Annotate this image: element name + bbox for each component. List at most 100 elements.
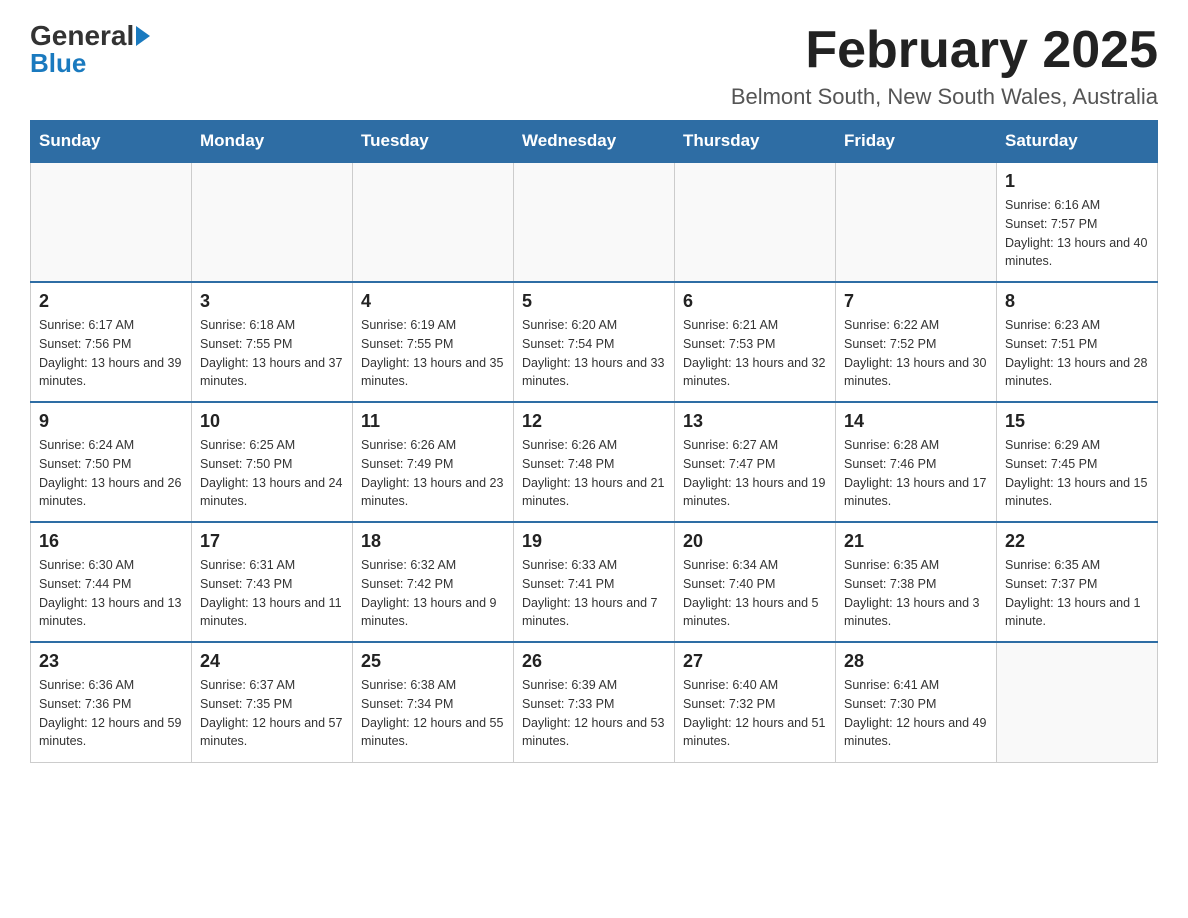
week-row-2: 2 Sunrise: 6:17 AMSunset: 7:56 PMDaylight…: [31, 282, 1158, 402]
calendar-cell: 8 Sunrise: 6:23 AMSunset: 7:51 PMDaylight…: [997, 282, 1158, 402]
day-number: 21: [844, 531, 988, 552]
calendar-subtitle: Belmont South, New South Wales, Australi…: [731, 84, 1158, 110]
day-number: 22: [1005, 531, 1149, 552]
calendar-cell: 11 Sunrise: 6:26 AMSunset: 7:49 PMDayligh…: [353, 402, 514, 522]
day-info: Sunrise: 6:37 AMSunset: 7:35 PMDaylight:…: [200, 676, 344, 751]
weekday-header-row: Sunday Monday Tuesday Wednesday Thursday…: [31, 121, 1158, 163]
week-row-1: 1 Sunrise: 6:16 AMSunset: 7:57 PMDaylight…: [31, 162, 1158, 282]
day-info: Sunrise: 6:31 AMSunset: 7:43 PMDaylight:…: [200, 556, 344, 631]
day-info: Sunrise: 6:41 AMSunset: 7:30 PMDaylight:…: [844, 676, 988, 751]
header-monday: Monday: [192, 121, 353, 163]
day-info: Sunrise: 6:24 AMSunset: 7:50 PMDaylight:…: [39, 436, 183, 511]
day-number: 5: [522, 291, 666, 312]
day-info: Sunrise: 6:39 AMSunset: 7:33 PMDaylight:…: [522, 676, 666, 751]
day-number: 12: [522, 411, 666, 432]
header-wednesday: Wednesday: [514, 121, 675, 163]
day-info: Sunrise: 6:26 AMSunset: 7:49 PMDaylight:…: [361, 436, 505, 511]
day-number: 10: [200, 411, 344, 432]
day-info: Sunrise: 6:29 AMSunset: 7:45 PMDaylight:…: [1005, 436, 1149, 511]
day-info: Sunrise: 6:26 AMSunset: 7:48 PMDaylight:…: [522, 436, 666, 511]
calendar-cell: 19Sunrise: 6:33 AMSunset: 7:41 PMDayligh…: [514, 522, 675, 642]
day-info: Sunrise: 6:35 AMSunset: 7:38 PMDaylight:…: [844, 556, 988, 631]
calendar-cell: 15 Sunrise: 6:29 AMSunset: 7:45 PMDayligh…: [997, 402, 1158, 522]
day-number: 23: [39, 651, 183, 672]
calendar-cell: 18 Sunrise: 6:32 AMSunset: 7:42 PMDayligh…: [353, 522, 514, 642]
day-number: 2: [39, 291, 183, 312]
day-number: 4: [361, 291, 505, 312]
day-number: 17: [200, 531, 344, 552]
calendar-cell: 13 Sunrise: 6:27 AMSunset: 7:47 PMDayligh…: [675, 402, 836, 522]
calendar-cell: 21 Sunrise: 6:35 AMSunset: 7:38 PMDayligh…: [836, 522, 997, 642]
calendar-cell: 17 Sunrise: 6:31 AMSunset: 7:43 PMDayligh…: [192, 522, 353, 642]
day-number: 11: [361, 411, 505, 432]
day-info: Sunrise: 6:30 AMSunset: 7:44 PMDaylight:…: [39, 556, 183, 631]
day-info: Sunrise: 6:18 AMSunset: 7:55 PMDaylight:…: [200, 316, 344, 391]
calendar-cell: [997, 642, 1158, 762]
day-number: 3: [200, 291, 344, 312]
day-info: Sunrise: 6:23 AMSunset: 7:51 PMDaylight:…: [1005, 316, 1149, 391]
day-number: 15: [1005, 411, 1149, 432]
day-info: Sunrise: 6:16 AMSunset: 7:57 PMDaylight:…: [1005, 196, 1149, 271]
calendar-cell: 10 Sunrise: 6:25 AMSunset: 7:50 PMDayligh…: [192, 402, 353, 522]
logo-blue: Blue: [30, 48, 86, 79]
calendar-cell: 16Sunrise: 6:30 AMSunset: 7:44 PMDayligh…: [31, 522, 192, 642]
calendar-cell: 25 Sunrise: 6:38 AMSunset: 7:34 PMDayligh…: [353, 642, 514, 762]
calendar-cell: 12 Sunrise: 6:26 AMSunset: 7:48 PMDayligh…: [514, 402, 675, 522]
day-info: Sunrise: 6:17 AMSunset: 7:56 PMDaylight:…: [39, 316, 183, 391]
header-tuesday: Tuesday: [353, 121, 514, 163]
day-info: Sunrise: 6:36 AMSunset: 7:36 PMDaylight:…: [39, 676, 183, 751]
day-number: 9: [39, 411, 183, 432]
day-number: 20: [683, 531, 827, 552]
calendar-cell: 27 Sunrise: 6:40 AMSunset: 7:32 PMDayligh…: [675, 642, 836, 762]
day-info: Sunrise: 6:34 AMSunset: 7:40 PMDaylight:…: [683, 556, 827, 631]
day-info: Sunrise: 6:28 AMSunset: 7:46 PMDaylight:…: [844, 436, 988, 511]
calendar-cell: [192, 162, 353, 282]
calendar-cell: 20 Sunrise: 6:34 AMSunset: 7:40 PMDayligh…: [675, 522, 836, 642]
day-number: 28: [844, 651, 988, 672]
calendar-cell: 1 Sunrise: 6:16 AMSunset: 7:57 PMDaylight…: [997, 162, 1158, 282]
day-info: Sunrise: 6:33 AMSunset: 7:41 PMDaylight:…: [522, 556, 666, 631]
logo-arrow-icon: [136, 26, 150, 46]
week-row-4: 16Sunrise: 6:30 AMSunset: 7:44 PMDayligh…: [31, 522, 1158, 642]
day-number: 7: [844, 291, 988, 312]
day-number: 8: [1005, 291, 1149, 312]
day-info: Sunrise: 6:32 AMSunset: 7:42 PMDaylight:…: [361, 556, 505, 631]
calendar-cell: [31, 162, 192, 282]
calendar-cell: 6Sunrise: 6:21 AMSunset: 7:53 PMDaylight…: [675, 282, 836, 402]
calendar-cell: 26 Sunrise: 6:39 AMSunset: 7:33 PMDayligh…: [514, 642, 675, 762]
calendar-cell: 9 Sunrise: 6:24 AMSunset: 7:50 PMDaylight…: [31, 402, 192, 522]
logo: General Blue: [30, 20, 150, 79]
calendar-cell: 23 Sunrise: 6:36 AMSunset: 7:36 PMDayligh…: [31, 642, 192, 762]
day-info: Sunrise: 6:22 AMSunset: 7:52 PMDaylight:…: [844, 316, 988, 391]
day-number: 26: [522, 651, 666, 672]
day-number: 25: [361, 651, 505, 672]
day-number: 27: [683, 651, 827, 672]
day-number: 24: [200, 651, 344, 672]
calendar-cell: [836, 162, 997, 282]
calendar-cell: 5 Sunrise: 6:20 AMSunset: 7:54 PMDaylight…: [514, 282, 675, 402]
header-saturday: Saturday: [997, 121, 1158, 163]
page-header: General Blue February 2025 Belmont South…: [30, 20, 1158, 110]
day-number: 1: [1005, 171, 1149, 192]
day-number: 13: [683, 411, 827, 432]
week-row-5: 23 Sunrise: 6:36 AMSunset: 7:36 PMDayligh…: [31, 642, 1158, 762]
calendar-cell: 22 Sunrise: 6:35 AMSunset: 7:37 PMDayligh…: [997, 522, 1158, 642]
calendar-cell: [675, 162, 836, 282]
calendar-cell: 3 Sunrise: 6:18 AMSunset: 7:55 PMDaylight…: [192, 282, 353, 402]
calendar-cell: 24 Sunrise: 6:37 AMSunset: 7:35 PMDayligh…: [192, 642, 353, 762]
day-info: Sunrise: 6:19 AMSunset: 7:55 PMDaylight:…: [361, 316, 505, 391]
calendar-cell: 14Sunrise: 6:28 AMSunset: 7:46 PMDayligh…: [836, 402, 997, 522]
calendar-cell: 4 Sunrise: 6:19 AMSunset: 7:55 PMDaylight…: [353, 282, 514, 402]
day-info: Sunrise: 6:25 AMSunset: 7:50 PMDaylight:…: [200, 436, 344, 511]
week-row-3: 9 Sunrise: 6:24 AMSunset: 7:50 PMDaylight…: [31, 402, 1158, 522]
calendar-table: Sunday Monday Tuesday Wednesday Thursday…: [30, 120, 1158, 763]
day-info: Sunrise: 6:35 AMSunset: 7:37 PMDaylight:…: [1005, 556, 1149, 631]
calendar-cell: 2 Sunrise: 6:17 AMSunset: 7:56 PMDaylight…: [31, 282, 192, 402]
day-info: Sunrise: 6:27 AMSunset: 7:47 PMDaylight:…: [683, 436, 827, 511]
day-number: 18: [361, 531, 505, 552]
day-info: Sunrise: 6:20 AMSunset: 7:54 PMDaylight:…: [522, 316, 666, 391]
day-info: Sunrise: 6:40 AMSunset: 7:32 PMDaylight:…: [683, 676, 827, 751]
header-friday: Friday: [836, 121, 997, 163]
day-info: Sunrise: 6:38 AMSunset: 7:34 PMDaylight:…: [361, 676, 505, 751]
header-sunday: Sunday: [31, 121, 192, 163]
